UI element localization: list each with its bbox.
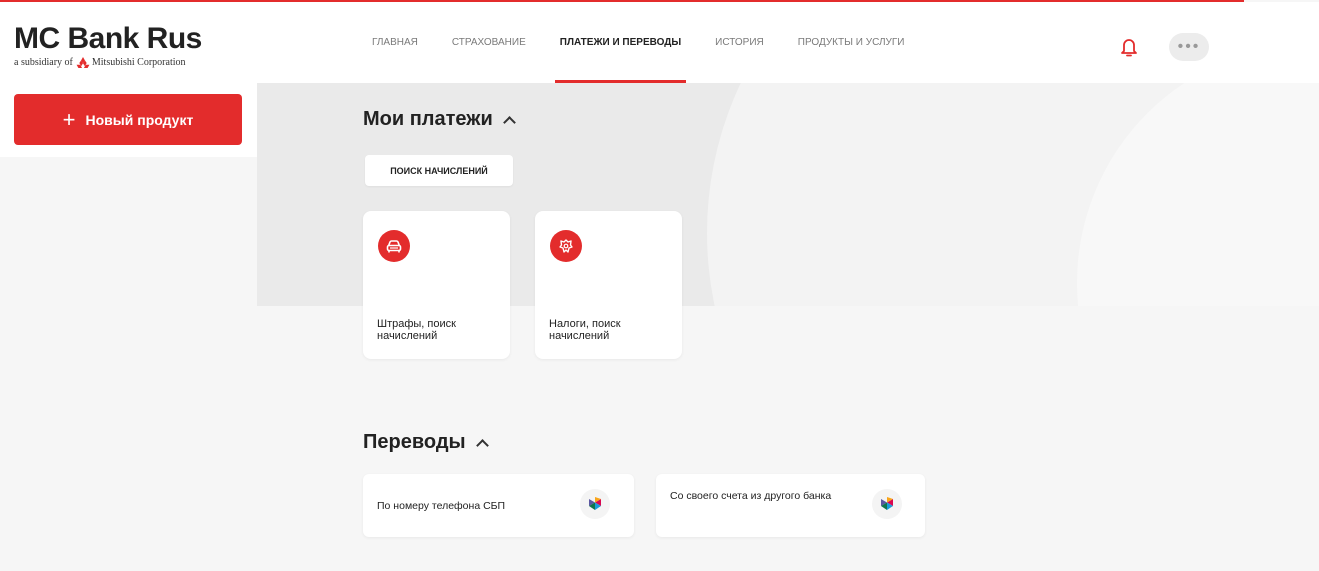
nav-item-history[interactable]: ИСТОРИЯ [698,2,781,83]
logo-subtitle-prefix: a subsidiary of [14,57,73,68]
transfer-from-other-bank-label: Со своего счета из другого банка [670,490,832,502]
sbp-icon [580,489,610,519]
more-dots-icon[interactable]: ••• [1169,33,1209,61]
mitsubishi-logo-icon [76,57,90,68]
fines-card-label: Штрафы, поиск начислений [377,318,456,342]
new-product-label: Новый продукт [85,111,194,128]
taxes-card[interactable]: Налоги, поиск начислений [535,211,682,359]
sbp-icon [872,489,902,519]
logo-subtitle-company: Mitsubishi Corporation [91,57,186,68]
new-product-button[interactable]: + Новый продукт [14,94,242,145]
logo-title: MC Bank Rus [14,22,202,55]
transfer-by-phone-card[interactable]: По номеру телефона СБП [363,474,634,537]
chevron-up-icon [502,115,516,129]
search-charges-button[interactable]: ПОИСК НАЧИСЛЕНИЙ [365,155,513,186]
transfers-section-header[interactable]: Переводы [363,431,489,454]
nav-item-products[interactable]: ПРОДУКТЫ И УСЛУГИ [781,2,922,83]
payments-section-header[interactable]: Мои платежи [363,108,516,131]
car-icon [378,230,410,262]
bell-icon[interactable] [1118,36,1140,58]
logo-subtitle: a subsidiary of Mitsubishi Corporation [14,57,202,68]
nav-item-payments[interactable]: ПЛАТЕЖИ И ПЕРЕВОДЫ [543,2,698,83]
plus-icon: + [62,106,76,132]
chevron-up-icon [475,438,489,452]
taxes-card-label: Налоги, поиск начислений [549,318,621,342]
nav-item-home[interactable]: ГЛАВНАЯ [355,2,435,83]
fines-card[interactable]: Штрафы, поиск начислений [363,211,510,359]
coat-of-arms-icon [550,230,582,262]
transfers-title: Переводы [363,431,466,453]
main-nav: ГЛАВНАЯ СТРАХОВАНИЕ ПЛАТЕЖИ И ПЕРЕВОДЫ И… [355,2,921,83]
transfer-by-phone-label: По номеру телефона СБП [377,500,506,512]
nav-item-insurance[interactable]: СТРАХОВАНИЕ [435,2,543,83]
logo[interactable]: MC Bank Rus a subsidiary of Mitsubishi C… [14,24,202,68]
payments-title: Мои платежи [363,108,493,130]
sidebar: + Новый продукт [0,83,257,157]
transfer-from-other-bank-card[interactable]: Со своего счета из другого банка [656,474,925,537]
